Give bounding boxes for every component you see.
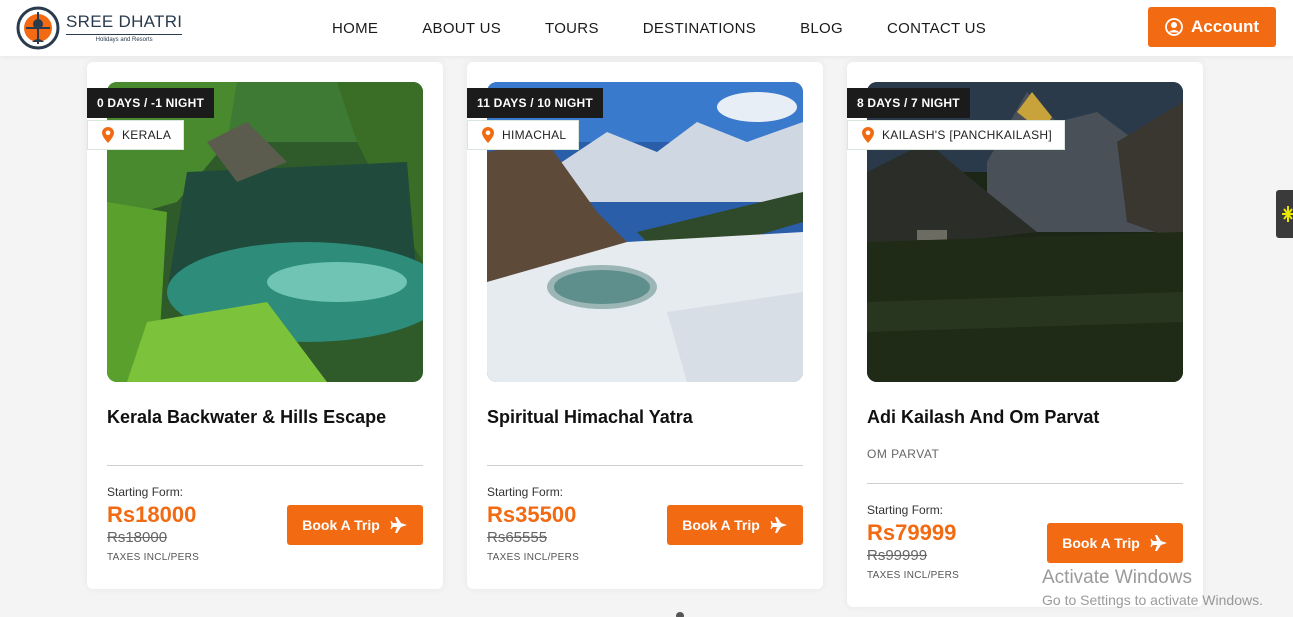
map-pin-icon <box>102 127 114 143</box>
tour-card-kailash: 8 DAYS / 7 NIGHT KAILASH'S [PANCHKAILASH… <box>847 62 1203 607</box>
site-header: SREE DHATRI Holidays and Resorts HOME AB… <box>0 0 1293 56</box>
tour-card-kerala: 0 DAYS / -1 NIGHT KERALA Kerala Backwate… <box>87 62 443 589</box>
card-divider <box>867 483 1183 484</box>
activate-windows-title: Activate Windows <box>1042 567 1192 588</box>
duration-badge: 0 DAYS / -1 NIGHT <box>87 88 214 118</box>
nav-about-us[interactable]: ABOUT US <box>422 20 501 37</box>
main-nav: HOME ABOUT US TOURS DESTINATIONS BLOG CO… <box>332 0 1030 56</box>
card-divider <box>487 465 803 466</box>
user-circle-icon <box>1165 18 1183 36</box>
sun-icon <box>1282 206 1293 222</box>
duration-badge: 11 DAYS / 10 NIGHT <box>467 88 603 118</box>
brand-title: SREE DHATRI <box>66 11 183 31</box>
location-badge: KERALA <box>87 120 185 150</box>
location-badge: HIMACHAL <box>467 120 580 150</box>
taxes-note: TAXES INCL/PERS <box>107 552 200 563</box>
side-settings-tab[interactable] <box>1276 190 1293 238</box>
map-pin-icon <box>482 127 494 143</box>
tour-title[interactable]: Spiritual Himachal Yatra <box>487 407 693 428</box>
brand-logo[interactable]: SREE DHATRI Holidays and Resorts <box>14 2 183 52</box>
activate-windows-subtitle: Go to Settings to activate Windows. <box>1042 592 1263 608</box>
tour-subtitle: OM PARVAT <box>867 447 940 461</box>
old-price: Rs99999 <box>867 547 928 564</box>
airplane-icon <box>390 517 407 533</box>
nav-tours[interactable]: TOURS <box>545 20 599 37</box>
nav-home[interactable]: HOME <box>332 20 378 37</box>
book-trip-label: Book A Trip <box>1062 535 1140 551</box>
old-price: Rs65555 <box>487 529 548 546</box>
starting-label: Starting Form: <box>107 485 184 499</box>
account-label: Account <box>1191 17 1259 36</box>
location-label: KAILASH'S [PANCHKAILASH] <box>882 128 1052 142</box>
location-label: HIMACHAL <box>502 128 567 142</box>
taxes-note: TAXES INCL/PERS <box>867 570 960 581</box>
tour-card-himachal: 11 DAYS / 10 NIGHT HIMACHAL Spiritual Hi… <box>467 62 823 589</box>
card-divider <box>107 465 423 466</box>
location-badge: KAILASH'S [PANCHKAILASH] <box>847 120 1065 150</box>
brand-subtitle: Holidays and Resorts <box>66 33 183 43</box>
account-button[interactable]: Account <box>1148 7 1276 47</box>
tour-title[interactable]: Kerala Backwater & Hills Escape <box>107 407 386 428</box>
book-trip-label: Book A Trip <box>682 517 760 533</box>
price: Rs18000 <box>107 502 197 527</box>
starting-label: Starting Form: <box>867 503 944 517</box>
airplane-icon <box>770 517 787 533</box>
book-trip-button[interactable]: Book A Trip <box>667 505 803 545</box>
nav-destinations[interactable]: DESTINATIONS <box>643 20 756 37</box>
map-pin-icon <box>862 127 874 143</box>
old-price: Rs18000 <box>107 529 168 546</box>
taxes-note: TAXES INCL/PERS <box>487 552 580 563</box>
duration-badge: 8 DAYS / 7 NIGHT <box>847 88 970 118</box>
airplane-icon <box>1150 535 1167 551</box>
carousel-dot[interactable] <box>676 612 684 617</box>
nav-contact-us[interactable]: CONTACT US <box>887 20 986 37</box>
nav-blog[interactable]: BLOG <box>800 20 843 37</box>
book-trip-label: Book A Trip <box>302 517 380 533</box>
location-label: KERALA <box>122 128 172 142</box>
price: Rs79999 <box>867 520 957 545</box>
price: Rs35500 <box>487 502 577 527</box>
book-trip-button[interactable]: Book A Trip <box>287 505 423 545</box>
starting-label: Starting Form: <box>487 485 564 499</box>
logo-emblem-icon <box>14 2 62 52</box>
tour-title[interactable]: Adi Kailash And Om Parvat <box>867 407 1099 428</box>
book-trip-button[interactable]: Book A Trip <box>1047 523 1183 563</box>
